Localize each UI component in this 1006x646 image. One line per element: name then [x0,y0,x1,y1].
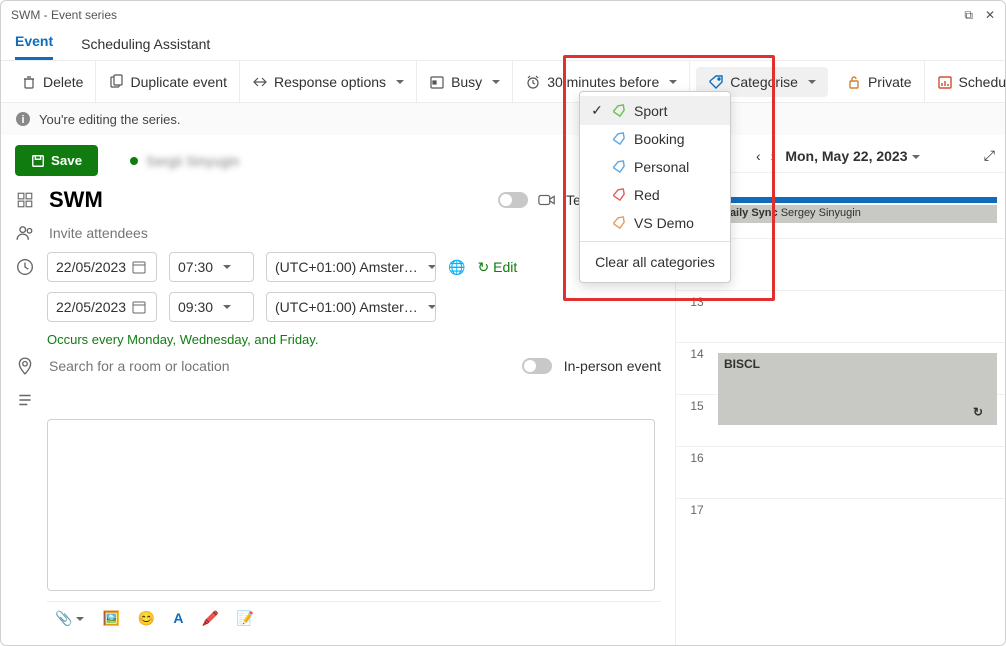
calendar-next-button[interactable]: › [771,148,776,164]
hour-label: 13 [676,291,718,342]
busy-indicator [718,197,997,203]
calendar-prev-button[interactable]: ‹ [756,148,761,164]
series-notice: i You're editing the series. [1,103,1005,135]
trash-icon [21,74,37,90]
delete-button[interactable]: Delete [9,61,96,102]
busy-label: Busy [451,74,482,90]
end-timezone-input[interactable]: (UTC+01:00) Amster… [266,292,436,322]
globe-icon[interactable]: 🌐 [448,259,465,276]
description-icon [16,391,34,409]
busy-icon [429,74,445,90]
category-item-sport[interactable]: ✓ Sport [580,96,730,125]
save-label: Save [51,153,82,168]
calendar-date[interactable]: Mon, May 22, 2023 [785,148,919,164]
response-label: Response options [274,74,386,90]
response-icon [252,74,268,90]
categorise-dropdown: ✓ Sport Booking Personal Red VS Demo Cle… [579,91,731,283]
expand-icon[interactable]: ⤢ [984,147,995,164]
duplicate-button[interactable]: Duplicate event [96,61,240,102]
camera-icon [538,191,556,209]
duplicate-icon [108,74,124,90]
organizer-name: Sergii Sinyugin [146,153,239,169]
window-title: SWM - Event series [11,8,117,22]
tag-icon [611,102,627,118]
scheduling-poll-button[interactable]: Scheduling poll [925,61,1006,102]
tag-icon [611,215,627,231]
hour-label: 16 [676,447,718,498]
poll-label: Scheduling poll [959,74,1006,90]
tag-icon [611,131,627,147]
end-date-input[interactable]: 22/05/2023 [47,292,157,322]
edit-recurrence-button[interactable]: ↻ Edit [477,259,517,276]
category-label: Sport [634,103,667,119]
category-item-red[interactable]: Red [580,181,730,209]
duplicate-label: Duplicate event [130,74,227,90]
save-button[interactable]: Save [15,145,98,176]
category-item-personal[interactable]: Personal [580,153,730,181]
notice-text: You're editing the series. [39,112,180,127]
private-button[interactable]: Private [834,61,925,102]
hour-label: 15 [676,395,718,446]
private-label: Private [868,74,912,90]
popout-icon[interactable]: ⧉ [964,8,973,23]
tag-icon [611,187,627,203]
close-icon[interactable]: ✕ [985,8,995,23]
calendar-event-daily-sync[interactable]: Daily Sync Sergey Sinyugin [718,205,997,223]
description-input[interactable] [47,419,655,591]
category-label: Booking [634,131,685,147]
reminder-icon [525,74,541,90]
clock-icon [16,258,34,276]
organizer-row: Sergii Sinyugin [130,153,239,169]
image-icon[interactable]: 🖼️ [102,610,119,627]
emoji-icon[interactable]: 😊 [138,610,155,627]
highlight-icon[interactable]: 🖍️ [201,610,218,627]
calendar-icon [132,260,146,274]
people-icon [16,224,34,242]
hour-label: 14 [676,343,718,394]
location-input[interactable] [47,357,510,375]
description-toolbar: 📎 🖼️ 😊 A 🖍️ 📝 [47,601,661,635]
hour-label: 17 [676,499,718,550]
recurrence-text: Occurs every Monday, Wednesday, and Frid… [47,332,661,347]
tag-icon [708,74,724,90]
save-icon [31,154,45,168]
delete-label: Delete [43,74,83,90]
presence-dot [130,157,138,165]
tag-icon [611,159,627,175]
category-item-booking[interactable]: Booking [580,125,730,153]
tab-scheduling-assistant[interactable]: Scheduling Assistant [81,36,210,60]
category-label: VS Demo [634,215,694,231]
more-format-icon[interactable]: 📝 [237,610,254,627]
category-label: Personal [634,159,689,175]
start-timezone-input[interactable]: (UTC+01:00) Amster… [266,252,436,282]
start-date-input[interactable]: 22/05/2023 [47,252,157,282]
text-format-icon[interactable]: A [173,610,183,627]
attach-icon[interactable]: 📎 [55,610,84,627]
poll-icon [937,74,953,90]
category-label: Red [634,187,660,203]
svg-text:i: i [21,114,24,126]
event-title-input[interactable] [47,186,486,214]
calendar-icon [132,300,146,314]
tab-event[interactable]: Event [15,33,53,60]
attendees-input[interactable] [47,224,661,242]
end-time-input[interactable]: 09:30 [169,292,254,322]
inperson-toggle[interactable] [522,358,552,374]
category-item-vsdemo[interactable]: VS Demo [580,209,730,237]
categorise-label: Categorise [730,74,798,90]
location-icon [16,357,34,375]
grid-icon [16,191,34,209]
check-icon: ✓ [590,102,604,119]
clear-categories-button[interactable]: Clear all categories [580,246,730,278]
lock-icon [846,74,862,90]
reminder-label: 30 minutes before [547,74,659,90]
response-options-button[interactable]: Response options [240,61,417,102]
busy-status-button[interactable]: Busy [417,61,513,102]
info-icon: i [15,111,31,127]
teams-toggle[interactable] [498,192,528,208]
start-time-input[interactable]: 07:30 [169,252,254,282]
inperson-label: In-person event [564,358,661,374]
